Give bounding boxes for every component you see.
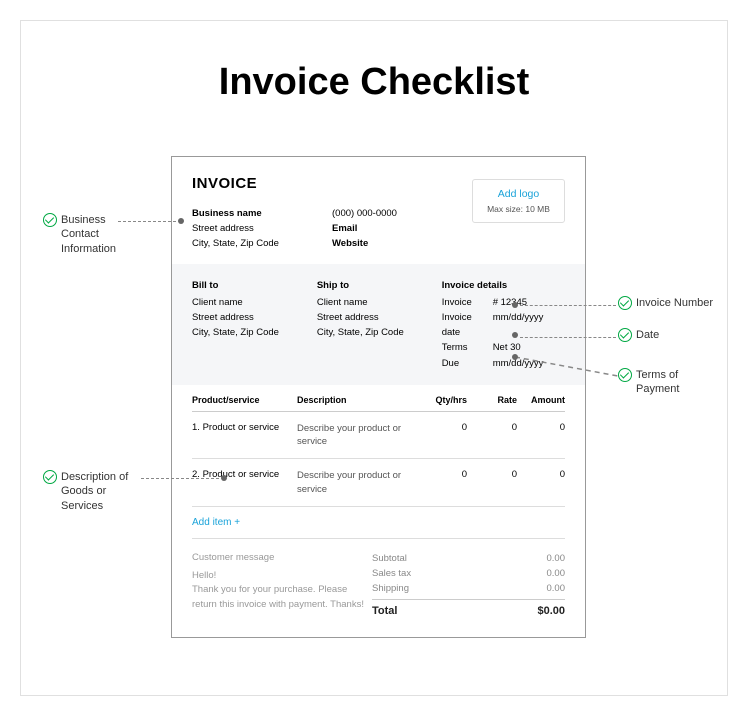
- bill-to-name: Client name: [192, 295, 287, 310]
- connector-line: [520, 305, 616, 306]
- inv-due-label: Due: [442, 356, 487, 371]
- annotation-business-contact: Business Contact Information: [43, 213, 123, 256]
- col-description: Description: [297, 395, 417, 405]
- bill-to-column: Bill to Client name Street address City,…: [192, 278, 287, 371]
- line-item: 2. Product or service Describe your prod…: [192, 459, 565, 507]
- check-icon: [43, 470, 57, 484]
- invoice-header: INVOICE Business name (000) 000-0000 Str…: [172, 157, 585, 264]
- ship-to-head: Ship to: [317, 278, 412, 293]
- items-section: Product/service Description Qty/hrs Rate…: [172, 385, 585, 637]
- col-qty: Qty/hrs: [417, 395, 467, 405]
- connector-line: [118, 221, 176, 222]
- connector-dot: [221, 475, 227, 481]
- invoice-heading: INVOICE: [192, 175, 432, 192]
- connector-dot: [178, 218, 184, 224]
- add-logo-box[interactable]: Add logo Max size: 10 MB: [472, 179, 565, 223]
- add-item-button[interactable]: Add item +: [192, 507, 565, 539]
- inv-number-value: # 12345: [493, 295, 527, 310]
- annotation-description: Description of Goods or Services: [43, 470, 138, 513]
- col-amount: Amount: [517, 395, 565, 405]
- items-header-row: Product/service Description Qty/hrs Rate…: [192, 385, 565, 412]
- connector-line: [141, 478, 219, 479]
- business-street: Street address: [192, 221, 292, 236]
- add-logo-sub: Max size: 10 MB: [481, 204, 556, 214]
- details-head: Invoice details: [442, 278, 565, 293]
- ship-to-city: City, State, Zip Code: [317, 325, 412, 340]
- business-website: Website: [332, 238, 368, 249]
- check-icon: [43, 213, 57, 227]
- col-rate: Rate: [467, 395, 517, 405]
- connector-dot: [512, 302, 518, 308]
- invoice-card: INVOICE Business name (000) 000-0000 Str…: [171, 156, 586, 638]
- check-icon: [618, 328, 632, 342]
- ship-to-column: Ship to Client name Street address City,…: [317, 278, 412, 371]
- annotation-invoice-number: Invoice Number: [618, 296, 713, 310]
- inv-date-label: Invoice date: [442, 310, 487, 340]
- message-head: Customer message: [192, 551, 372, 565]
- check-icon: [618, 368, 632, 382]
- page-title: Invoice Checklist: [21, 61, 727, 104]
- ship-to-street: Street address: [317, 310, 412, 325]
- inv-date-value: mm/dd/yyyy: [493, 310, 544, 340]
- bill-to-head: Bill to: [192, 278, 287, 293]
- business-city: City, State, Zip Code: [192, 236, 292, 251]
- line-item: 1. Product or service Describe your prod…: [192, 412, 565, 460]
- connector-dot: [512, 354, 518, 360]
- bill-to-city: City, State, Zip Code: [192, 325, 287, 340]
- check-icon: [618, 296, 632, 310]
- business-phone: (000) 000-0000: [332, 206, 432, 221]
- connector-line: [520, 337, 616, 338]
- totals-column: Subtotal0.00 Sales tax0.00 Shipping0.00 …: [372, 551, 565, 619]
- add-logo-label: Add logo: [481, 188, 556, 200]
- annotation-date: Date: [618, 328, 659, 342]
- diagram-frame: Invoice Checklist INVOICE Business name …: [20, 20, 728, 696]
- connector-dot: [512, 332, 518, 338]
- business-name: Business name: [192, 208, 262, 219]
- annotation-terms: Terms of Payment: [618, 368, 703, 397]
- customer-message: Customer message Hello! Thank you for yo…: [192, 551, 372, 619]
- connector-line: [515, 354, 618, 377]
- bill-to-street: Street address: [192, 310, 287, 325]
- business-email: Email: [332, 223, 357, 234]
- inv-number-label: Invoice: [442, 295, 487, 310]
- business-column: INVOICE Business name (000) 000-0000 Str…: [192, 175, 432, 252]
- inv-terms-label: Terms: [442, 340, 487, 355]
- col-product: Product/service: [192, 395, 297, 405]
- footer-section: Customer message Hello! Thank you for yo…: [192, 539, 565, 637]
- ship-to-name: Client name: [317, 295, 412, 310]
- message-body: Hello! Thank you for your purchase. Plea…: [192, 569, 372, 612]
